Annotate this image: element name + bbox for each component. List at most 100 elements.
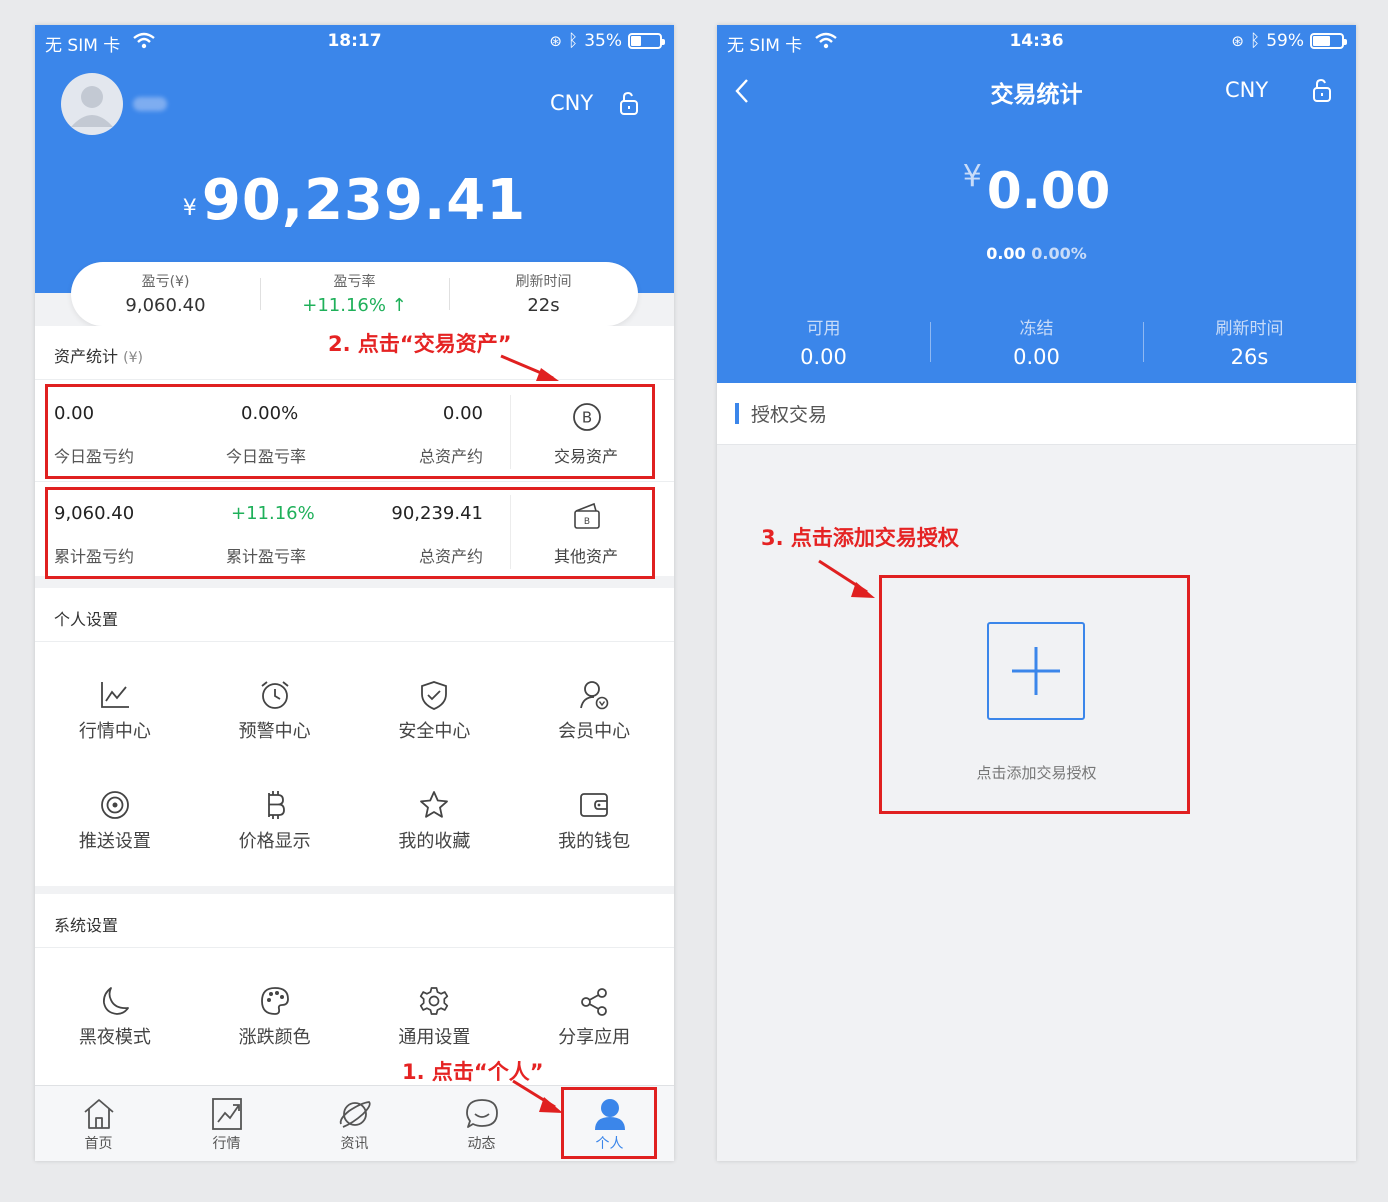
palette-icon <box>260 987 289 1015</box>
general-settings-label: 通用设置 <box>398 1027 471 1048</box>
trend-chart-icon <box>211 1098 242 1130</box>
highlight-box-add <box>879 575 1190 814</box>
stat-refresh: 刷新时间 26s <box>1143 314 1356 369</box>
summary-value-rate: +11.16% ↑ <box>302 295 407 316</box>
stat-frozen-label: 冻结 <box>1019 319 1054 339</box>
color-scheme-item[interactable]: 涨跌颜色 <box>195 985 355 1049</box>
moon-icon <box>102 987 129 1015</box>
share-app-label: 分享应用 <box>558 1027 631 1048</box>
profile-header <box>35 25 674 293</box>
member-icon <box>580 681 609 710</box>
phone-profile-screen: 无 SIM 卡 18:17 ⊛ ᛒ 35% CNY ¥ 90,239.41 盈亏… <box>35 25 674 1161</box>
divider <box>35 379 674 380</box>
currency-switch[interactable]: CNY <box>550 91 593 115</box>
highlight-box-other <box>45 487 655 579</box>
planet-icon <box>339 1101 371 1128</box>
tab-market[interactable]: 行情 <box>163 1085 290 1153</box>
tab-home-label: 首页 <box>84 1136 113 1152</box>
my-wallet-item[interactable]: 我的钱包 <box>514 789 674 853</box>
push-settings-item[interactable]: 推送设置 <box>35 789 195 853</box>
system-settings-row: 黑夜模式 涨跌颜色 通用设置 分享应用 <box>35 985 674 1049</box>
share-icon <box>581 988 608 1016</box>
authorized-trading-title: 授权交易 <box>751 404 828 426</box>
trade-amount-value: 0.00 <box>986 162 1111 220</box>
alert-center-item[interactable]: 预警中心 <box>195 679 355 743</box>
rotation-lock-icon: ⊛ <box>1231 32 1244 50</box>
unlock-icon[interactable] <box>618 91 640 117</box>
favorites-label: 我的收藏 <box>398 831 471 852</box>
trade-change-value: 0.00 <box>986 244 1026 263</box>
alarm-clock-icon <box>261 681 289 709</box>
currency-symbol: ¥ <box>962 159 982 194</box>
tab-news-label: 资讯 <box>340 1136 369 1152</box>
system-settings-title: 系统设置 <box>54 916 119 935</box>
market-center-label: 行情中心 <box>78 721 151 742</box>
gear-icon <box>420 987 449 1015</box>
chat-bubble-icon <box>465 1099 498 1128</box>
tab-market-label: 行情 <box>212 1136 241 1152</box>
summary-value-refresh: 22s <box>527 295 560 316</box>
security-center-item[interactable]: 安全中心 <box>355 679 515 743</box>
battery-icon <box>628 33 665 49</box>
status-bar: 无 SIM 卡 14:36 ⊛ ᛒ 59% <box>717 25 1356 57</box>
personal-settings-row-1: 行情中心 预警中心 安全中心 会员中心 <box>35 679 674 743</box>
market-center-item[interactable]: 行情中心 <box>35 679 195 743</box>
night-mode-label: 黑夜模式 <box>78 1027 151 1048</box>
trade-amount: ¥ 0.00 <box>717 159 1356 220</box>
shield-icon <box>421 681 448 710</box>
section-accent-bar <box>735 403 739 424</box>
highlight-box-profile-tab <box>561 1087 657 1159</box>
total-assets-value: 90,239.41 <box>201 168 527 233</box>
bluetooth-icon: ᛒ <box>568 31 579 51</box>
member-center-label: 会员中心 <box>558 721 631 742</box>
highlight-box-trading <box>45 384 655 479</box>
wallet-icon <box>580 793 609 817</box>
tab-news[interactable]: 资讯 <box>291 1085 418 1153</box>
trade-change: 0.00 0.00% <box>717 244 1356 263</box>
annotation-step-3: 3. 点击添加交易授权 <box>761 526 959 550</box>
bitcoin-symbol-icon <box>267 791 285 819</box>
broadcast-icon <box>100 791 129 819</box>
stat-refresh-label: 刷新时间 <box>1215 319 1284 339</box>
avatar[interactable] <box>61 73 123 135</box>
battery-icon <box>1310 33 1347 49</box>
divider <box>35 481 674 482</box>
currency-symbol: ¥ <box>182 196 197 221</box>
home-icon <box>83 1099 114 1129</box>
total-assets: ¥ 90,239.41 <box>35 168 674 233</box>
color-scheme-label: 涨跌颜色 <box>238 1027 311 1048</box>
summary-label-refresh: 刷新时间 <box>515 274 572 290</box>
push-settings-label: 推送设置 <box>78 831 151 852</box>
night-mode-item[interactable]: 黑夜模式 <box>35 985 195 1049</box>
tab-feed-label: 动态 <box>467 1136 496 1152</box>
rotation-lock-icon: ⊛ <box>549 32 562 50</box>
unlock-icon[interactable] <box>1311 78 1333 104</box>
member-center-item[interactable]: 会员中心 <box>514 679 674 743</box>
share-app-item[interactable]: 分享应用 <box>514 985 674 1049</box>
annotation-step-2: 2. 点击“交易资产” <box>328 332 512 356</box>
divider <box>35 641 674 642</box>
favorites-item[interactable]: 我的收藏 <box>355 789 515 853</box>
line-chart-icon <box>100 682 129 708</box>
annotation-arrow <box>500 354 559 381</box>
currency-switch[interactable]: CNY <box>1225 78 1268 102</box>
divider <box>35 947 674 948</box>
username-blurred <box>133 97 167 111</box>
bluetooth-icon: ᛒ <box>1250 31 1261 51</box>
stat-available: 可用 0.00 <box>717 314 930 369</box>
phone-trade-stats-screen: 无 SIM 卡 14:36 ⊛ ᛒ 59% 交易统计 CNY ¥ 0.00 0.… <box>717 25 1356 1161</box>
summary-label-profit: 盈亏(¥) <box>141 274 190 290</box>
battery-percent: 35% <box>584 31 622 51</box>
stat-available-value: 0.00 <box>800 345 847 369</box>
summary-value-profit: 9,060.40 <box>125 295 206 316</box>
trade-change-rate: 0.00% <box>1031 244 1087 263</box>
annotation-arrow <box>818 559 875 598</box>
general-settings-item[interactable]: 通用设置 <box>355 985 515 1049</box>
price-display-item[interactable]: 价格显示 <box>195 789 355 853</box>
summary-card: 盈亏(¥) 9,060.40 盈亏率 +11.16% ↑ 刷新时间 22s <box>71 262 638 326</box>
price-display-label: 价格显示 <box>238 831 311 852</box>
tab-home[interactable]: 首页 <box>35 1085 162 1153</box>
stat-frozen-value: 0.00 <box>1013 345 1060 369</box>
stat-available-label: 可用 <box>806 319 841 339</box>
personal-settings-title: 个人设置 <box>54 610 119 629</box>
